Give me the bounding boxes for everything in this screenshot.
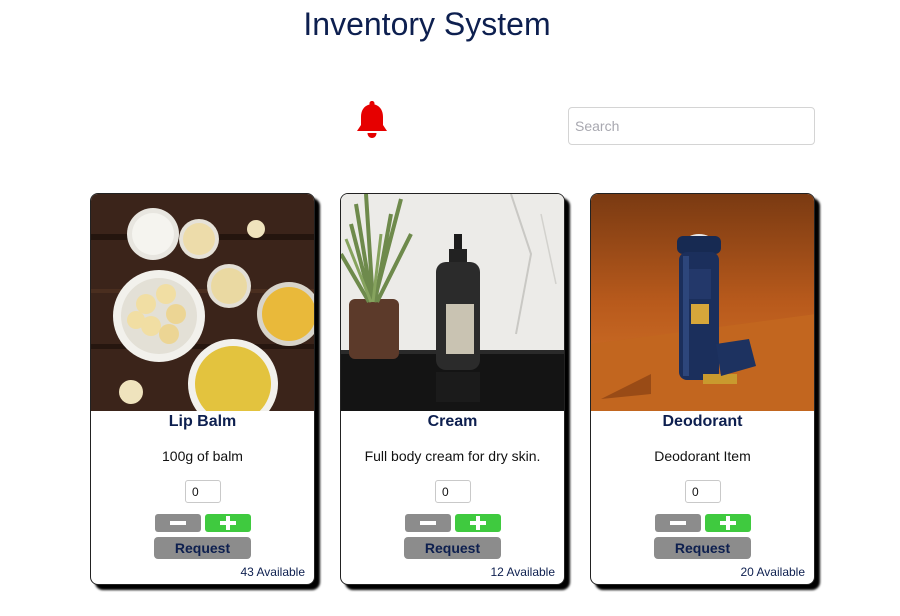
product-name: Deodorant: [662, 413, 743, 430]
increment-button[interactable]: [205, 514, 251, 532]
availability-count: 12 Available: [490, 565, 556, 579]
minus-icon: [420, 521, 436, 525]
lip-balm-photo: [91, 194, 314, 411]
minus-icon: [670, 521, 686, 525]
availability-count: 43 Available: [240, 565, 306, 579]
product-card-deodorant: Deodorant Deodorant Item Request 20 Avai…: [590, 193, 815, 585]
increment-button[interactable]: [705, 514, 751, 532]
quantity-input[interactable]: [685, 480, 721, 503]
quantity-input[interactable]: [185, 480, 221, 503]
decrement-button[interactable]: [155, 514, 201, 532]
product-description: 100g of balm: [162, 448, 243, 464]
request-button[interactable]: Request: [154, 537, 251, 559]
request-button[interactable]: Request: [654, 537, 751, 559]
cream-bottle-photo: [341, 194, 564, 411]
product-card-cream: Cream Full body cream for dry skin. Requ…: [340, 193, 565, 585]
minus-icon: [170, 521, 186, 525]
request-button[interactable]: Request: [404, 537, 501, 559]
page-title: Inventory System: [303, 6, 551, 42]
decrement-button[interactable]: [405, 514, 451, 532]
increment-button[interactable]: [455, 514, 501, 532]
product-name: Lip Balm: [168, 413, 237, 430]
deodorant-photo: [591, 194, 814, 411]
availability-count: 20 Available: [740, 565, 806, 579]
decrement-button[interactable]: [655, 514, 701, 532]
search-input[interactable]: [568, 107, 815, 145]
product-description: Deodorant Item: [654, 448, 751, 464]
bell-icon[interactable]: [352, 98, 392, 140]
product-card-lip-balm: Lip Balm 100g of balm Request 43 Availab…: [90, 193, 315, 585]
product-description: Full body cream for dry skin.: [364, 448, 541, 464]
quantity-input[interactable]: [435, 480, 471, 503]
product-name: Cream: [427, 413, 478, 430]
